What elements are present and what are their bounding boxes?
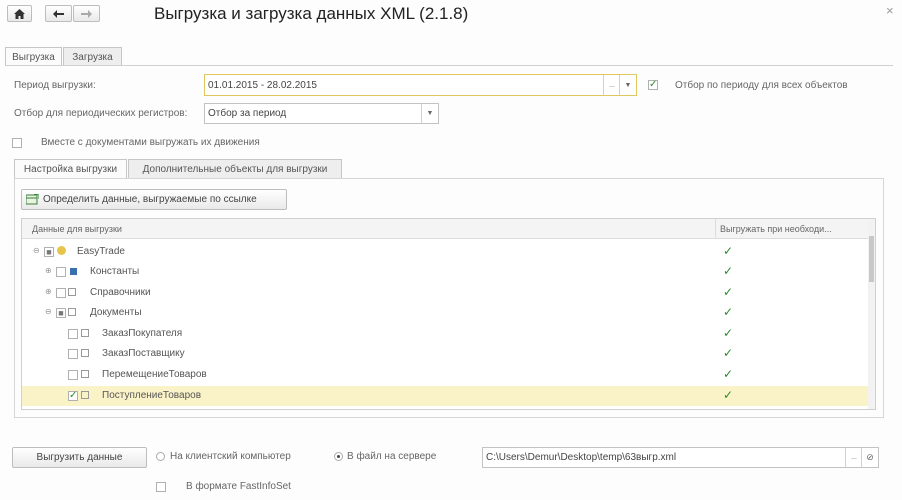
table-row[interactable]: ЗаказПокупателя ✓ xyxy=(22,324,868,344)
row-checkbox[interactable] xyxy=(56,267,66,277)
row-name: ПеремещениеТоваров xyxy=(102,369,207,380)
row-name: ПоступлениеТоваров xyxy=(102,390,202,401)
tab-export-settings-label: Настройка выгрузки xyxy=(23,164,118,175)
radio-client[interactable] xyxy=(156,452,165,461)
collapse-icon[interactable]: ⊖ xyxy=(33,246,40,255)
document-icon xyxy=(81,329,89,337)
tab-export-label: Выгрузка xyxy=(12,51,55,63)
table-row-selected[interactable]: ✓ ПоступлениеТоваров ✓ xyxy=(22,386,868,406)
row-checkbox[interactable]: ■ xyxy=(56,308,66,318)
file-path-value: C:\Users\Demur\Desktop\temp\63выгр.xml xyxy=(486,452,677,463)
row-export-check[interactable]: ✓ xyxy=(723,347,733,359)
tab-additional-objects-label: Дополнительные объекты для выгрузки xyxy=(142,164,328,175)
back-button[interactable] xyxy=(45,5,72,22)
radio-client-label: На клиентский компьютер xyxy=(170,451,291,462)
row-export-check[interactable]: ✓ xyxy=(723,306,733,318)
chevron-down-icon[interactable]: ▼ xyxy=(619,75,636,95)
row-name: EasyTrade xyxy=(77,246,125,257)
fastinfoset-checkbox[interactable] xyxy=(156,482,166,492)
file-path-field[interactable]: C:\Users\Demur\Desktop\temp\63выгр.xml .… xyxy=(482,447,879,468)
define-data-button[interactable]: Определить данные, выгружаемые по ссылке xyxy=(21,189,287,210)
row-name: ЗаказПоставщику xyxy=(102,348,185,359)
table-row[interactable]: ЗаказПоставщику ✓ xyxy=(22,344,868,364)
row-name: ЗаказПокупателя xyxy=(102,328,183,339)
table-row[interactable]: ⊖ ■ Документы ✓ xyxy=(22,303,868,323)
tab-export-settings[interactable]: Настройка выгрузки xyxy=(14,159,127,179)
chevron-down-icon[interactable]: ▼ xyxy=(421,104,438,123)
radio-server[interactable] xyxy=(334,452,343,461)
collapse-icon[interactable]: ⊖ xyxy=(45,307,52,316)
filter-all-checkbox[interactable]: ✓ xyxy=(648,80,658,90)
arrow-right-icon xyxy=(81,9,92,18)
registers-select[interactable]: Отбор за период ▼ xyxy=(204,103,439,124)
with-docs-checkbox[interactable] xyxy=(12,138,22,148)
period-select-label: ... xyxy=(609,81,615,89)
period-field[interactable]: 01.01.2015 - 28.02.2015 ... ▼ xyxy=(204,74,637,96)
row-name: Справочники xyxy=(90,287,151,298)
row-export-check[interactable]: ✓ xyxy=(723,389,733,401)
scrollbar-thumb[interactable] xyxy=(869,236,874,282)
row-checkbox[interactable] xyxy=(68,370,78,380)
table-icon xyxy=(26,194,39,205)
radio-server-label: В файл на сервере xyxy=(347,451,437,462)
define-data-label: Определить данные, выгружаемые по ссылке xyxy=(43,194,257,205)
registers-label: Отбор для периодических регистров: xyxy=(14,108,188,119)
close-icon[interactable]: × xyxy=(886,3,894,18)
document-icon xyxy=(81,349,89,357)
filter-all-label: Отбор по периоду для всех объектов xyxy=(675,80,848,91)
row-checkbox[interactable] xyxy=(68,349,78,359)
tab-panel-border xyxy=(5,65,893,66)
link-icon[interactable]: ⊘ xyxy=(861,448,878,467)
col-divider xyxy=(715,219,716,239)
period-label: Период выгрузки: xyxy=(14,80,96,91)
col-data-header[interactable]: Данные для выгрузки xyxy=(32,224,122,234)
row-checkbox[interactable]: ✓ xyxy=(68,391,78,401)
constants-icon xyxy=(70,268,77,275)
period-select-button[interactable]: ... xyxy=(603,75,620,95)
catalog-icon xyxy=(68,288,76,296)
row-export-check[interactable]: ✓ xyxy=(723,286,733,298)
export-data-label: Выгрузить данные xyxy=(36,452,123,463)
table-row[interactable]: ⊖ ■ EasyTrade ✓ xyxy=(22,242,868,262)
row-export-check[interactable]: ✓ xyxy=(723,245,733,257)
file-select-button[interactable]: ... xyxy=(845,448,862,467)
tab-additional-objects[interactable]: Дополнительные объекты для выгрузки xyxy=(128,159,342,179)
expand-icon[interactable]: ⊕ xyxy=(45,266,52,275)
window-title: Выгрузка и загрузка данных XML (2.1.8) xyxy=(154,4,469,23)
document-icon xyxy=(81,391,89,399)
home-button[interactable] xyxy=(7,5,32,22)
row-checkbox[interactable]: ■ xyxy=(44,247,54,257)
table-row[interactable]: ПеремещениеТоваров ✓ xyxy=(22,365,868,385)
with-docs-label: Вместе с документами выгружать их движен… xyxy=(41,137,260,148)
tab-export[interactable]: Выгрузка xyxy=(5,47,62,66)
period-value: 01.01.2015 - 28.02.2015 xyxy=(208,79,317,91)
row-checkbox[interactable] xyxy=(56,288,66,298)
row-name: Константы xyxy=(90,266,140,277)
arrow-left-icon xyxy=(53,9,64,18)
row-name: Документы xyxy=(90,307,142,318)
expand-icon[interactable]: ⊕ xyxy=(45,287,52,296)
row-export-check[interactable]: ✓ xyxy=(723,368,733,380)
row-export-check[interactable]: ✓ xyxy=(723,327,733,339)
export-data-button[interactable]: Выгрузить данные xyxy=(12,447,147,468)
database-icon xyxy=(57,246,66,255)
file-select-label: ... xyxy=(851,454,857,461)
row-export-check[interactable]: ✓ xyxy=(723,265,733,277)
row-checkbox[interactable] xyxy=(68,329,78,339)
registers-value: Отбор за период xyxy=(208,108,287,119)
tab-import-label: Загрузка xyxy=(72,51,113,63)
table-row[interactable]: ⊕ Константы ✓ xyxy=(22,262,868,282)
document-icon xyxy=(68,308,76,316)
forward-button[interactable] xyxy=(73,5,100,22)
table-row[interactable]: ⊕ Справочники ✓ xyxy=(22,283,868,303)
fastinfoset-label: В формате FastInfoSet xyxy=(186,481,291,492)
col-export-header[interactable]: Выгружать при необходи... xyxy=(720,224,832,234)
home-icon xyxy=(14,8,25,19)
tab-import[interactable]: Загрузка xyxy=(63,47,122,66)
document-icon xyxy=(81,370,89,378)
